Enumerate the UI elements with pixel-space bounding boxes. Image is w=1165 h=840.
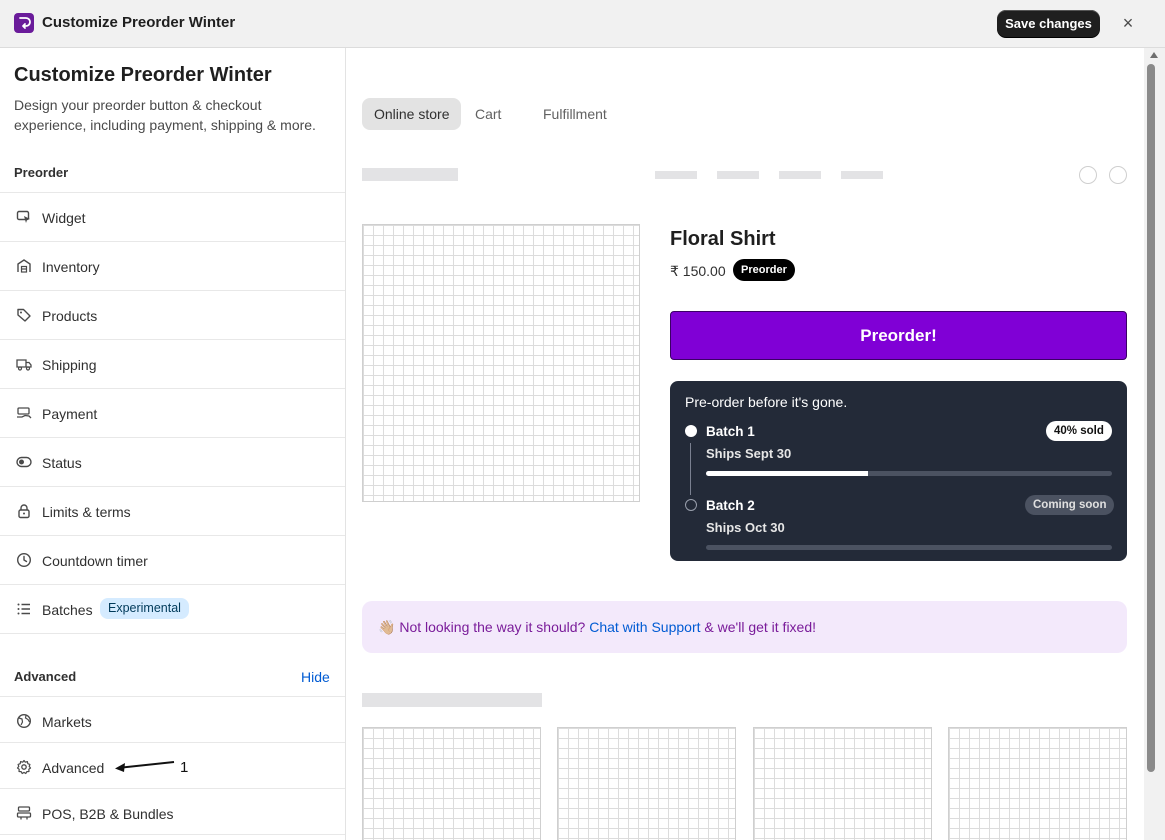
sidebar-item-label: POS, B2B & Bundles [42, 806, 174, 822]
product-image-placeholder [362, 224, 640, 502]
skeleton-nav-link [779, 171, 821, 179]
batch-card: Pre-order before it's gone. Batch 1 40% … [670, 381, 1127, 561]
toggle-icon [16, 456, 32, 468]
batch-1-status-badge: 40% sold [1046, 421, 1112, 441]
scroll-up-arrow-icon[interactable] [1150, 52, 1158, 58]
sidebar-item-label: Batches [42, 602, 93, 618]
sidebar-item-products[interactable]: Products [0, 290, 345, 339]
batch-2-status-badge: Coming soon [1025, 495, 1115, 515]
cursor-pointer-icon [16, 210, 30, 223]
tab-cart[interactable]: Cart [463, 98, 513, 130]
related-product-placeholder [557, 727, 736, 840]
tab-fulfillment[interactable]: Fulfillment [531, 98, 619, 130]
skeleton-cart-icon [1109, 166, 1127, 184]
experimental-badge: Experimental [100, 598, 189, 619]
preorder-badge: Preorder [733, 259, 795, 281]
batch-2-ship-date: Ships Oct 30 [706, 520, 785, 535]
hide-advanced-link[interactable]: Hide [301, 669, 330, 685]
annotation-number: 1 [180, 759, 189, 776]
sidebar-title: Customize Preorder Winter [14, 64, 272, 86]
notice-text: Not looking the way it should? [399, 619, 586, 635]
batch-1-name: Batch 1 [706, 424, 755, 439]
wave-emoji-icon: 👋🏼 [378, 619, 396, 635]
notice-text-end: & we'll get it fixed! [704, 619, 817, 635]
batch-2-dot-icon [685, 499, 697, 511]
batch-1-progress-fill [706, 471, 869, 476]
sidebar-item-markets[interactable]: Markets [0, 696, 345, 742]
tab-online-store[interactable]: Online store [362, 98, 462, 130]
hand-cash-icon [17, 407, 32, 419]
sidebar: Customize Preorder Winter Design your pr… [0, 48, 346, 840]
sidebar-item-pos-b2b-bundles[interactable]: POS, B2B & Bundles [0, 788, 345, 834]
truck-icon [16, 359, 32, 371]
skeleton-logo [362, 168, 458, 181]
clock-icon [16, 552, 32, 568]
sidebar-item-shipping[interactable]: Shipping [0, 339, 345, 388]
app-logo-icon [14, 13, 34, 33]
sidebar-item-label: Products [42, 308, 98, 324]
list-icon [17, 603, 30, 615]
chat-with-support-link[interactable]: Chat with Support [589, 619, 700, 635]
sidebar-item-label: Widget [42, 210, 86, 226]
save-changes-button[interactable]: Save changes [997, 10, 1100, 37]
sidebar-item-payment[interactable]: Payment [0, 388, 345, 437]
store-stack-icon [16, 806, 32, 820]
divider [0, 834, 345, 835]
preorder-button[interactable]: Preorder! [670, 311, 1127, 360]
close-icon[interactable]: × [1118, 13, 1138, 33]
section-heading-preorder: Preorder [14, 165, 69, 180]
tag-icon [17, 308, 31, 322]
sidebar-description: Design your preorder button & checkout e… [14, 97, 316, 133]
product-title: Floral Shirt [670, 228, 776, 250]
lock-icon [18, 504, 30, 519]
batch-2-progress-bar [706, 545, 1112, 550]
divider [0, 633, 345, 634]
warehouse-icon [17, 259, 31, 273]
sidebar-item-countdown-timer[interactable]: Countdown timer [0, 535, 345, 584]
sidebar-item-label: Status [42, 455, 82, 471]
preview-panel: Online store Cart Fulfillment Floral Shi… [346, 48, 1144, 840]
sidebar-item-label: Markets [42, 714, 92, 730]
globe-icon [16, 713, 32, 729]
sidebar-item-widget[interactable]: Widget [0, 192, 345, 241]
skeleton-section-title [362, 693, 542, 707]
skeleton-nav-link [717, 171, 759, 179]
sidebar-item-limits-terms[interactable]: Limits & terms [0, 486, 345, 535]
skeleton-nav-link [841, 171, 883, 179]
sidebar-item-label: Payment [42, 406, 98, 422]
sidebar-item-label: Limits & terms [42, 504, 131, 520]
support-notice: 👋🏼 Not looking the way it should? Chat w… [362, 601, 1127, 653]
sidebar-item-inventory[interactable]: Inventory [0, 241, 345, 290]
gear-icon [16, 759, 32, 775]
skeleton-search-icon [1079, 166, 1097, 184]
batch-1-ship-date: Ships Sept 30 [706, 446, 792, 461]
batch-2-name: Batch 2 [706, 498, 755, 513]
title-bar: Customize Preorder Winter Save changes × [0, 0, 1165, 48]
sidebar-item-label: Inventory [42, 259, 100, 275]
section-heading-advanced: Advanced [14, 669, 77, 684]
batch-card-heading: Pre-order before it's gone. [685, 394, 848, 410]
related-product-placeholder [362, 727, 541, 840]
sidebar-item-label: Advanced [42, 760, 105, 776]
sidebar-item-label: Countdown timer [42, 553, 148, 569]
related-product-placeholder [753, 727, 932, 840]
sidebar-item-batches[interactable]: Batches Experimental [0, 584, 345, 633]
window-title: Customize Preorder Winter [42, 14, 236, 31]
scrollbar-thumb[interactable] [1147, 64, 1155, 772]
batch-1-dot-icon [685, 425, 697, 437]
sidebar-item-label: Shipping [42, 357, 97, 373]
batch-timeline-line [690, 443, 691, 495]
annotation-arrow-icon [115, 761, 175, 772]
batch-1-progress-bar [706, 471, 1112, 476]
sidebar-item-status[interactable]: Status [0, 437, 345, 486]
related-product-placeholder [948, 727, 1127, 840]
skeleton-nav-link [655, 171, 697, 179]
product-price: ₹ 150.00 [670, 263, 726, 279]
